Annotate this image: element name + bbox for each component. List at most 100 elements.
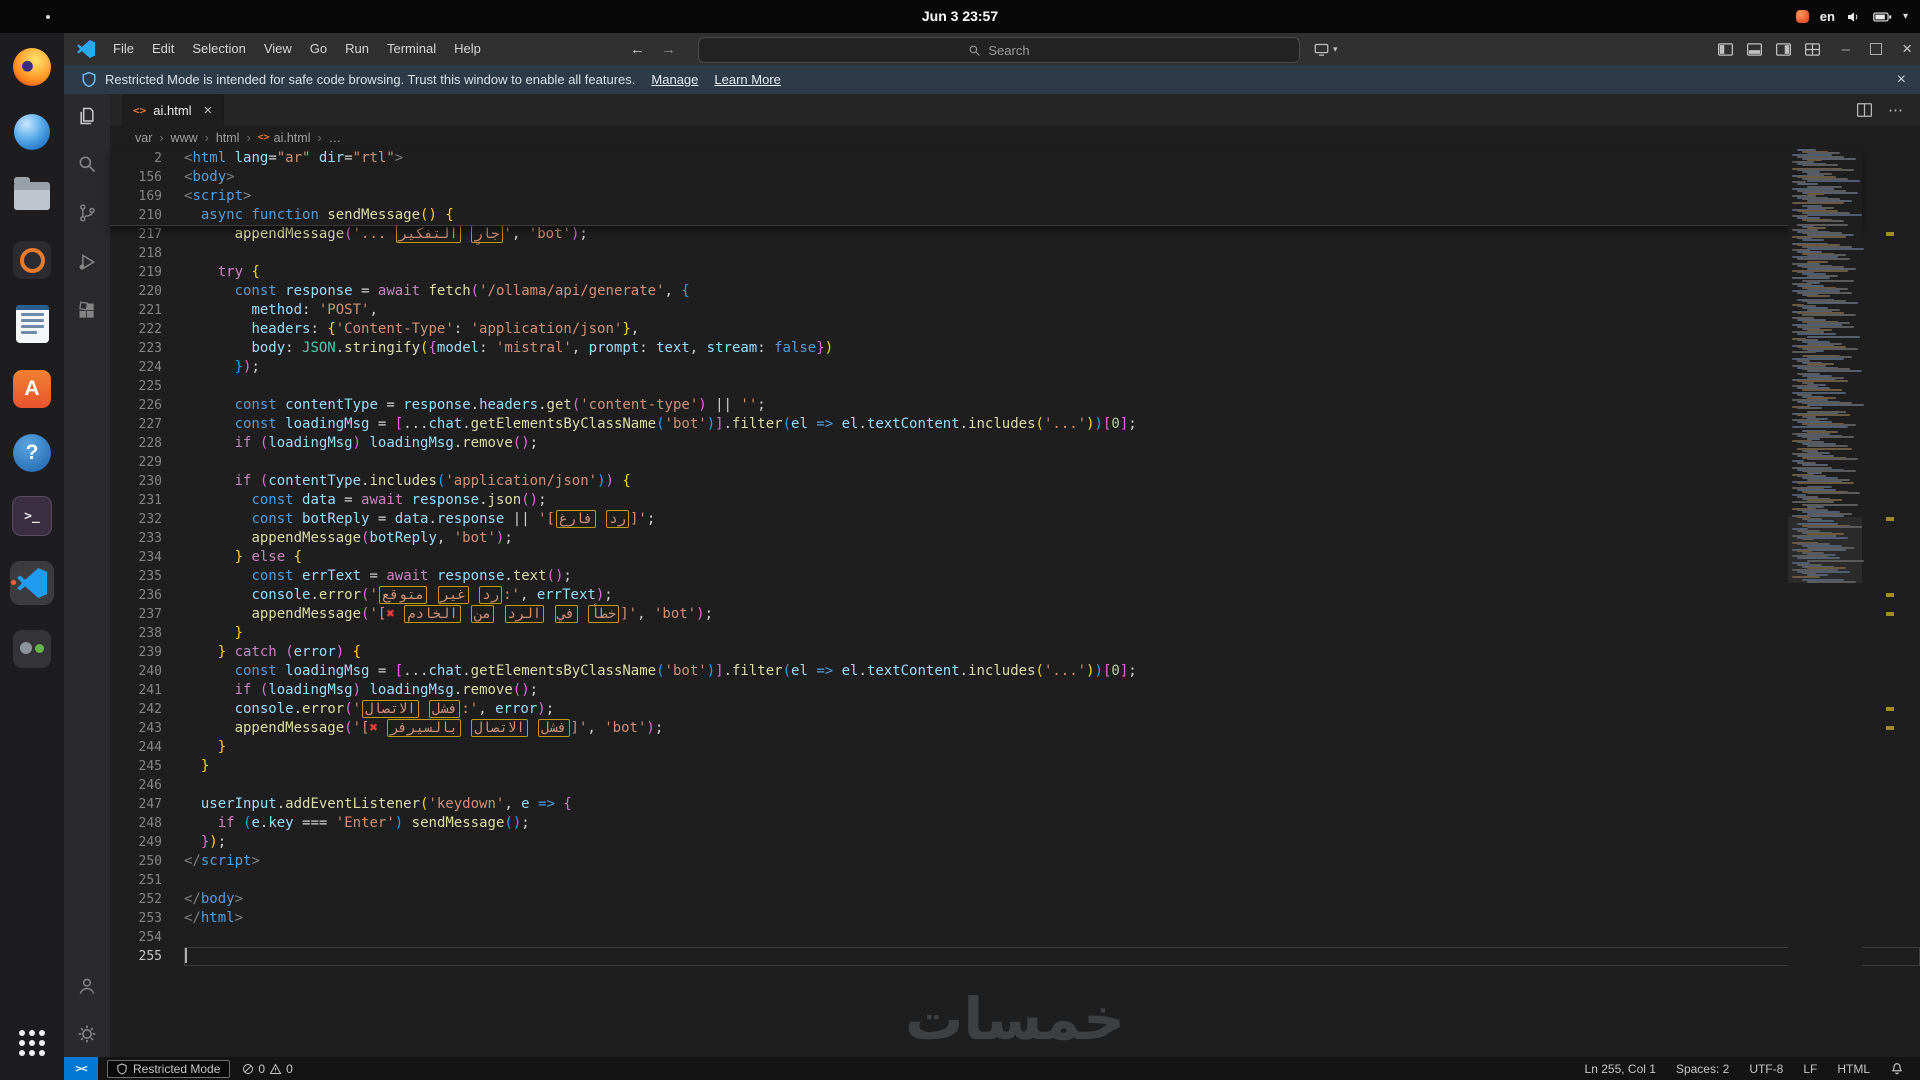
code-line-254[interactable]: 254 [110, 928, 1920, 947]
toggle-sidebar-icon[interactable] [1718, 43, 1733, 56]
account-icon[interactable] [64, 966, 110, 1006]
close-window-button[interactable]: × [1902, 39, 1912, 59]
split-editor-icon[interactable] [1857, 103, 1872, 117]
menu-go[interactable]: Go [301, 33, 336, 65]
code-line-224[interactable]: 224 }); [110, 358, 1920, 377]
command-center-search[interactable]: Search [698, 37, 1300, 63]
indentation-setting[interactable]: Spaces: 2 [1676, 1062, 1729, 1076]
code-line-228[interactable]: 228 if (loadingMsg) loadingMsg.remove(); [110, 434, 1920, 453]
code-line-222[interactable]: 222 headers: {'Content-Type': 'applicati… [110, 320, 1920, 339]
code-line-245[interactable]: 245 } [110, 757, 1920, 776]
menu-selection[interactable]: Selection [183, 33, 254, 65]
dock-software[interactable]: A [10, 367, 54, 411]
code-line-244[interactable]: 244 } [110, 738, 1920, 757]
code-line-233[interactable]: 233 appendMessage(botReply, 'bot'); [110, 529, 1920, 548]
code-line-218[interactable]: 218 [110, 244, 1920, 263]
code-line-234[interactable]: 234 } else { [110, 548, 1920, 567]
more-actions-icon[interactable]: ⋯ [1888, 101, 1904, 119]
code-line-236[interactable]: 236 console.error('رد غير متوقع:', errTe… [110, 586, 1920, 605]
dock-media-player[interactable] [10, 238, 54, 282]
extensions-icon[interactable] [64, 291, 110, 331]
manage-link[interactable]: Manage [651, 72, 698, 87]
breadcrumb-item-www[interactable]: www [171, 131, 198, 145]
code-line-252[interactable]: 252</body> [110, 890, 1920, 909]
explorer-icon[interactable] [64, 96, 110, 136]
restricted-mode-status[interactable]: Restricted Mode [107, 1060, 230, 1078]
dock-files[interactable] [10, 174, 54, 218]
code-line-247[interactable]: 247 userInput.addEventListener('keydown'… [110, 795, 1920, 814]
menu-run[interactable]: Run [336, 33, 378, 65]
code-line-219[interactable]: 219 try { [110, 263, 1920, 282]
menu-help[interactable]: Help [445, 33, 490, 65]
code-line-241[interactable]: 241 if (loadingMsg) loadingMsg.remove(); [110, 681, 1920, 700]
code-line-227[interactable]: 227 const loadingMsg = [...chat.getEleme… [110, 415, 1920, 434]
settings-gear-icon[interactable] [64, 1014, 110, 1054]
problems-status[interactable]: 0 0 [242, 1062, 292, 1076]
sticky-line-2[interactable]: 2<html lang="ar" dir="rtl"> [110, 149, 1862, 168]
system-tray[interactable]: en ▾ [1796, 0, 1908, 33]
code-line-238[interactable]: 238 } [110, 624, 1920, 643]
learn-more-link[interactable]: Learn More [714, 72, 780, 87]
code-line-240[interactable]: 240 const loadingMsg = [...chat.getEleme… [110, 662, 1920, 681]
code-line-229[interactable]: 229 [110, 453, 1920, 472]
tab-ai-html[interactable]: <> ai.html × [122, 94, 224, 126]
minimap[interactable] [1788, 149, 1862, 1057]
breadcrumb-item-aihtml[interactable]: <>ai.html [258, 131, 311, 145]
code-editor[interactable]: خمسات 217 appendMessage('... جارٍ التفكي… [110, 149, 1920, 1057]
code-line-246[interactable]: 246 [110, 776, 1920, 795]
toggle-panel-icon[interactable] [1747, 43, 1762, 56]
maximize-button[interactable] [1870, 43, 1882, 55]
source-control-icon[interactable] [64, 193, 110, 233]
close-banner-icon[interactable]: × [1897, 71, 1906, 89]
code-line-221[interactable]: 221 method: 'POST', [110, 301, 1920, 320]
run-debug-icon[interactable] [64, 242, 110, 282]
code-line-237[interactable]: 237 appendMessage('[✖ خطأ في الرد من الخ… [110, 605, 1920, 624]
forward-arrow-icon[interactable]: → [661, 41, 676, 58]
dock-utility[interactable] [10, 627, 54, 671]
profile-switcher[interactable]: ▾ [1314, 33, 1338, 65]
code-line-243[interactable]: 243 appendMessage('[✖ فشل الاتصال بالسير… [110, 719, 1920, 738]
minimize-button[interactable]: – [1842, 41, 1850, 58]
sticky-line-169[interactable]: 169<script> [110, 187, 1862, 206]
code-line-249[interactable]: 249 }); [110, 833, 1920, 852]
dock-help[interactable]: ? [10, 431, 54, 475]
code-line-242[interactable]: 242 console.error('فشل الاتصال:', error)… [110, 700, 1920, 719]
volume-icon[interactable] [1846, 9, 1862, 25]
battery-icon[interactable] [1873, 10, 1892, 24]
show-applications-button[interactable] [16, 1027, 48, 1059]
chevron-down-icon[interactable]: ▾ [1903, 11, 1908, 22]
breadcrumb-item-[interactable]: … [329, 131, 342, 145]
dock-terminal[interactable]: >_ [10, 494, 54, 538]
scrollbar-gutter[interactable] [1862, 149, 1920, 1057]
code-line-232[interactable]: 232 const botReply = data.response || '[… [110, 510, 1920, 529]
toggle-secondary-sidebar-icon[interactable] [1776, 43, 1791, 56]
dock-firefox[interactable] [10, 45, 54, 89]
code-line-225[interactable]: 225 [110, 377, 1920, 396]
close-tab-icon[interactable]: × [204, 102, 213, 119]
menu-file[interactable]: File [104, 33, 143, 65]
code-line-248[interactable]: 248 if (e.key === 'Enter') sendMessage()… [110, 814, 1920, 833]
menu-view[interactable]: View [255, 33, 301, 65]
sticky-line-156[interactable]: 156<body> [110, 168, 1862, 187]
code-line-217[interactable]: 217 appendMessage('... جارٍ التفكير', 'b… [110, 225, 1920, 244]
code-line-230[interactable]: 230 if (contentType.includes('applicatio… [110, 472, 1920, 491]
breadcrumb-item-var[interactable]: var [135, 131, 152, 145]
code-line-239[interactable]: 239 } catch (error) { [110, 643, 1920, 662]
code-line-223[interactable]: 223 body: JSON.stringify({model: 'mistra… [110, 339, 1920, 358]
vscode-logo-icon[interactable] [77, 40, 95, 58]
breadcrumb-item-html[interactable]: html [216, 131, 240, 145]
activities-indicator[interactable] [46, 15, 50, 19]
code-line-255[interactable]: 255 [110, 947, 1920, 966]
code-line-220[interactable]: 220 const response = await fetch('/ollam… [110, 282, 1920, 301]
dock-writer[interactable] [10, 302, 54, 346]
back-arrow-icon[interactable]: ← [630, 41, 645, 58]
code-line-253[interactable]: 253</html> [110, 909, 1920, 928]
cursor-position[interactable]: Ln 255, Col 1 [1585, 1062, 1656, 1076]
menu-terminal[interactable]: Terminal [378, 33, 445, 65]
dock-vscode[interactable] [10, 561, 54, 605]
code-line-231[interactable]: 231 const data = await response.json(); [110, 491, 1920, 510]
menu-edit[interactable]: Edit [143, 33, 183, 65]
search-view-icon[interactable] [64, 144, 110, 184]
code-line-226[interactable]: 226 const contentType = response.headers… [110, 396, 1920, 415]
encoding-setting[interactable]: UTF-8 [1749, 1062, 1783, 1076]
